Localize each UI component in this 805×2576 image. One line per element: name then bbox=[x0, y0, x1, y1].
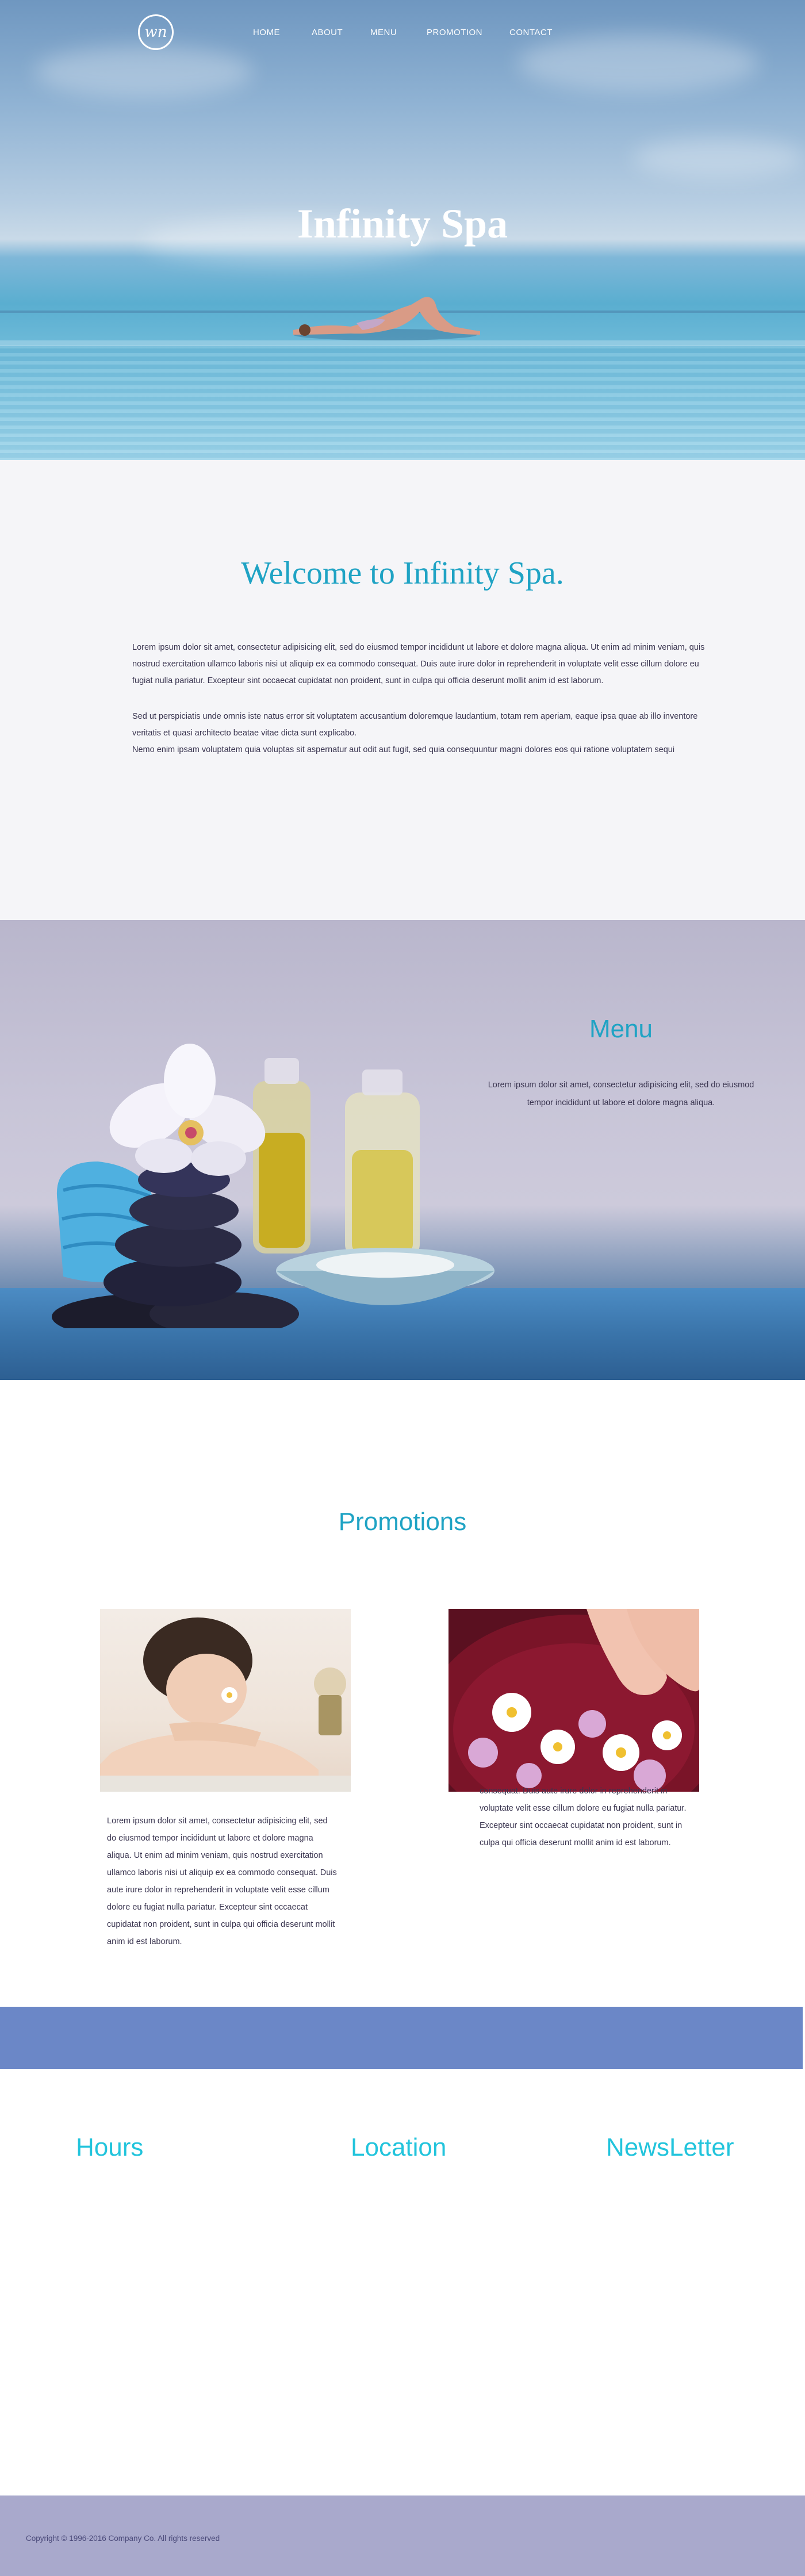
promo-massage-image bbox=[100, 1609, 351, 1792]
cloud bbox=[518, 34, 759, 92]
nav-menu[interactable]: MENU bbox=[370, 28, 427, 37]
info-section: Hours Location NewsLetter bbox=[0, 2069, 805, 2496]
promotions-heading: Promotions bbox=[338, 1508, 467, 1536]
footer: Copyright © 1996-2016 Company Co. All ri… bbox=[0, 2496, 805, 2576]
hero-title: Infinity Spa bbox=[297, 201, 508, 247]
spa-stones-image bbox=[52, 1044, 494, 1328]
welcome-paragraph: Lorem ipsum dolor sit amet, consectetur … bbox=[132, 643, 705, 685]
welcome-section: Welcome to Infinity Spa. Lorem ipsum dol… bbox=[0, 460, 805, 920]
menu-heading: Menu bbox=[589, 1015, 653, 1043]
promo-left-text: Lorem ipsum dolor sit amet, consectetur … bbox=[107, 1816, 337, 1946]
brand-logo[interactable]: wn bbox=[138, 14, 174, 50]
hours-heading: Hours bbox=[76, 2133, 144, 2161]
logo-monogram: wn bbox=[144, 24, 167, 41]
nav-home[interactable]: HOME bbox=[253, 28, 312, 37]
welcome-paragraph: Sed ut perspiciatis unde omnis iste natu… bbox=[132, 712, 698, 738]
promotions-section: Promotions Lorem ipsum dolor sit amet, c… bbox=[0, 1380, 805, 2007]
location-heading: Location bbox=[351, 2133, 447, 2161]
nav-promotion[interactable]: PROMOTION bbox=[427, 28, 509, 37]
menu-section: Menu Lorem ipsum dolor sit amet, consect… bbox=[0, 920, 805, 1380]
welcome-heading: Welcome to Infinity Spa. bbox=[241, 555, 564, 591]
nav-contact[interactable]: CONTACT bbox=[509, 28, 567, 37]
promo-right-text: consequat. Duis aute irure dolor in repr… bbox=[480, 1787, 687, 1847]
hero-section: wn HOME ABOUT MENU PROMOTION CONTACT Inf… bbox=[0, 0, 805, 460]
menu-text: Lorem ipsum dolor sit amet, consectetur … bbox=[488, 1080, 754, 1107]
woman-in-pool-image bbox=[293, 297, 480, 340]
cloud bbox=[34, 46, 253, 98]
copyright-text: Copyright © 1996-2016 Company Co. All ri… bbox=[26, 2534, 220, 2543]
divider-band bbox=[0, 2007, 803, 2069]
nav-about[interactable]: ABOUT bbox=[312, 28, 370, 37]
promo-foot-bath-image bbox=[448, 1609, 699, 1792]
newsletter-heading: NewsLetter bbox=[606, 2133, 734, 2161]
pool-water bbox=[0, 345, 805, 460]
cloud bbox=[632, 138, 805, 178]
welcome-paragraph: Nemo enim ipsam voluptatem quia voluptas… bbox=[132, 745, 675, 754]
main-nav: HOME ABOUT MENU PROMOTION CONTACT bbox=[253, 28, 567, 37]
